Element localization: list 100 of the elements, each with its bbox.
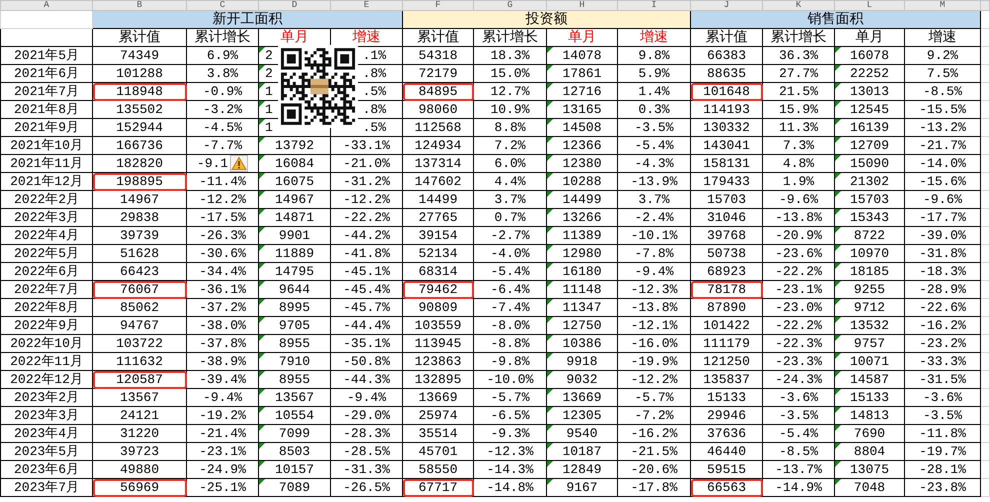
table-cell[interactable]: 8.8% <box>474 118 546 136</box>
table-cell[interactable]: 5.9% <box>618 64 690 82</box>
table-cell[interactable]: -50.8% <box>330 352 402 370</box>
table-cell[interactable]: 13567 <box>258 388 330 406</box>
table-cell[interactable]: 8955 <box>258 370 330 388</box>
table-cell[interactable]: 6.9% <box>186 46 258 64</box>
table-cell[interactable]: -4.5% <box>186 118 258 136</box>
date-cell[interactable]: 2021年11月 <box>0 154 92 172</box>
table-cell[interactable]: -9.6% <box>762 190 834 208</box>
table-cell[interactable]: 130332 <box>690 118 762 136</box>
table-cell[interactable]: 46440 <box>690 442 762 460</box>
table-cell[interactable]: -39.0% <box>904 226 980 244</box>
table-cell[interactable]: -28.1% <box>904 460 980 478</box>
column-letter[interactable]: F <box>402 0 474 10</box>
table-cell[interactable]: -13.7% <box>762 460 834 478</box>
table-cell[interactable]: 9032 <box>546 370 618 388</box>
table-cell[interactable]: -9.4% <box>330 388 402 406</box>
table-cell[interactable]: -5.4% <box>618 136 690 154</box>
table-cell[interactable]: 14508 <box>546 118 618 136</box>
table-cell[interactable]: -22.2% <box>330 208 402 226</box>
table-cell[interactable]: -5.7% <box>618 388 690 406</box>
date-cell[interactable]: 2021年12月 <box>0 172 92 190</box>
table-cell[interactable]: -7.8% <box>618 244 690 262</box>
table-cell[interactable]: 7089 <box>258 478 330 496</box>
table-cell[interactable]: 9.8% <box>618 46 690 64</box>
table-cell[interactable]: 124934 <box>402 136 474 154</box>
table-cell[interactable]: 101422 <box>690 316 762 334</box>
table-cell[interactable]: -25.1% <box>186 478 258 496</box>
table-cell[interactable]: -17.7% <box>904 208 980 226</box>
table-cell[interactable]: -2.4% <box>618 208 690 226</box>
table-cell[interactable]: 12380 <box>546 154 618 172</box>
date-cell[interactable]: 2022年4月 <box>0 226 92 244</box>
table-cell[interactable]: 7.3% <box>762 136 834 154</box>
table-cell[interactable]: 13532 <box>834 316 904 334</box>
table-cell[interactable]: 45701 <box>402 442 474 460</box>
table-cell[interactable]: 39154 <box>402 226 474 244</box>
date-cell[interactable]: 2022年9月 <box>0 316 92 334</box>
table-cell[interactable]: 25974 <box>402 406 474 424</box>
table-cell[interactable]: 13013 <box>834 82 904 100</box>
table-cell[interactable]: 10970 <box>834 244 904 262</box>
table-cell[interactable]: 14078 <box>546 46 618 64</box>
column-letter[interactable]: H <box>546 0 618 10</box>
table-cell[interactable]: 15343 <box>834 208 904 226</box>
table-cell[interactable]: 9712 <box>834 298 904 316</box>
table-cell[interactable]: -12.1% <box>618 316 690 334</box>
table-cell[interactable]: 98060 <box>402 100 474 118</box>
table-cell[interactable]: 15133 <box>690 388 762 406</box>
table-cell[interactable]: 10554 <box>258 406 330 424</box>
table-cell[interactable]: -6.5% <box>474 406 546 424</box>
date-cell[interactable]: 2022年7月 <box>0 280 92 298</box>
table-cell[interactable]: 8503 <box>258 442 330 460</box>
table-cell[interactable]: -7.2% <box>618 406 690 424</box>
table-cell[interactable]: 6.0% <box>474 154 546 172</box>
table-cell[interactable]: 15.0% <box>474 64 546 82</box>
table-cell[interactable]: -16.2% <box>904 316 980 334</box>
table-cell[interactable]: 12750 <box>546 316 618 334</box>
table-cell[interactable]: 11347 <box>546 298 618 316</box>
table-cell[interactable]: 9167 <box>546 478 618 496</box>
table-cell[interactable]: 7910 <box>258 352 330 370</box>
date-cell[interactable]: 2021年7月 <box>0 82 92 100</box>
column-letter[interactable]: J <box>690 0 762 10</box>
table-cell[interactable]: 49880 <box>92 460 186 478</box>
highlighted-cell[interactable]: 67717 <box>402 478 474 496</box>
table-cell[interactable]: 14499 <box>402 190 474 208</box>
table-cell[interactable]: -13.9% <box>618 172 690 190</box>
table-cell[interactable]: 31220 <box>92 424 186 442</box>
table-cell[interactable]: 1.9% <box>762 172 834 190</box>
table-cell[interactable]: 74349 <box>92 46 186 64</box>
table-cell[interactable]: 39768 <box>690 226 762 244</box>
date-cell[interactable]: 2022年8月 <box>0 298 92 316</box>
table-cell[interactable]: 4.4% <box>474 172 546 190</box>
table-cell[interactable]: -23.6% <box>762 244 834 262</box>
table-cell[interactable]: 14795 <box>258 262 330 280</box>
highlighted-cell[interactable]: 56969 <box>92 478 186 496</box>
table-cell[interactable]: 13075 <box>834 460 904 478</box>
table-cell[interactable]: 59515 <box>690 460 762 478</box>
highlighted-cell[interactable]: 78178 <box>690 280 762 298</box>
table-cell[interactable]: 27.7% <box>762 64 834 82</box>
table-cell[interactable]: 14871 <box>258 208 330 226</box>
table-cell[interactable]: 12.7% <box>474 82 546 100</box>
date-cell[interactable]: 2022年2月 <box>0 190 92 208</box>
table-cell[interactable]: -20.6% <box>618 460 690 478</box>
table-cell[interactable]: 14813 <box>834 406 904 424</box>
table-cell[interactable]: -16.0% <box>618 334 690 352</box>
table-cell[interactable]: -23.0% <box>762 298 834 316</box>
table-cell[interactable]: 37636 <box>690 424 762 442</box>
table-cell[interactable]: -14.8% <box>474 478 546 496</box>
column-letter[interactable]: E <box>330 0 402 10</box>
table-cell[interactable]: -23.1% <box>186 442 258 460</box>
table-cell[interactable]: 14499 <box>546 190 618 208</box>
table-cell[interactable]: 12366 <box>546 136 618 154</box>
table-cell[interactable]: 14967 <box>92 190 186 208</box>
table-cell[interactable]: -31.2% <box>330 172 402 190</box>
highlighted-cell[interactable]: 66563 <box>690 478 762 496</box>
table-cell[interactable]: 7048 <box>834 478 904 496</box>
table-cell[interactable]: 16180 <box>546 262 618 280</box>
date-cell[interactable]: 2021年6月 <box>0 64 92 82</box>
date-cell[interactable]: 2022年6月 <box>0 262 92 280</box>
table-cell[interactable]: 152944 <box>92 118 186 136</box>
table-cell[interactable]: 132895 <box>402 370 474 388</box>
